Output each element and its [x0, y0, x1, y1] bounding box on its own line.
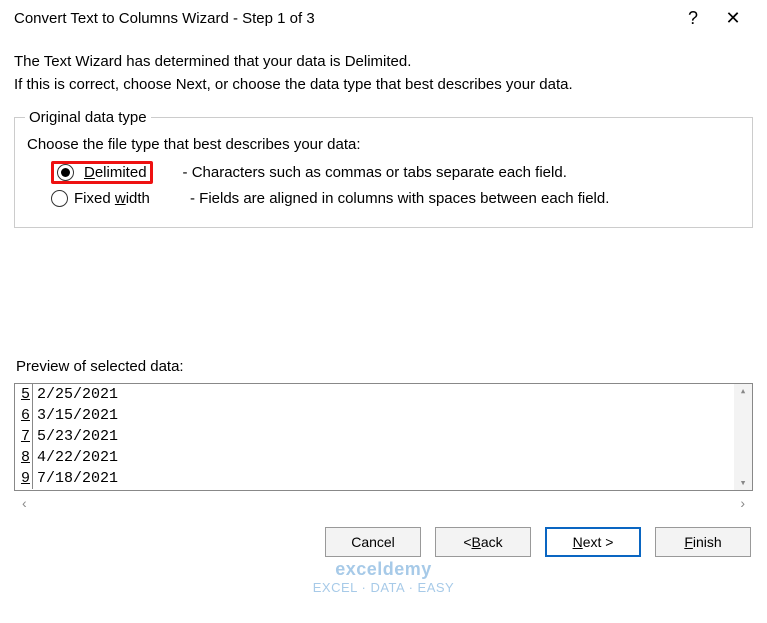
help-icon[interactable]: ? [673, 8, 713, 29]
radio-delimited-label: Delimited [84, 164, 147, 181]
radio-icon [57, 164, 74, 181]
cancel-button[interactable]: Cancel [325, 527, 421, 557]
preview-box: 5 2/25/2021 6 3/15/2021 7 5/23/2021 8 4/… [14, 383, 753, 491]
dialog-content: The Text Wizard has determined that your… [0, 33, 767, 509]
horizontal-scrollbar[interactable]: ‹ › [14, 491, 753, 509]
preview-row: 8 4/22/2021 [15, 447, 734, 468]
preview-row: 9 7/18/2021 [15, 468, 734, 489]
group-legend: Original data type [25, 109, 151, 126]
preview-inner: 5 2/25/2021 6 3/15/2021 7 5/23/2021 8 4/… [15, 384, 734, 490]
window-title: Convert Text to Columns Wizard - Step 1 … [14, 10, 673, 27]
intro-text-1: The Text Wizard has determined that your… [14, 53, 753, 70]
vertical-scrollbar[interactable]: ▴ ▾ [734, 384, 752, 490]
preview-row: 5 2/25/2021 [15, 384, 734, 405]
finish-button[interactable]: Finish [655, 527, 751, 557]
title-bar: Convert Text to Columns Wizard - Step 1 … [0, 0, 767, 33]
back-button[interactable]: < Back [435, 527, 531, 557]
scroll-up-icon: ▴ [740, 384, 747, 398]
scroll-left-icon: ‹ [22, 495, 27, 511]
intro-text-2: If this is correct, choose Next, or choo… [14, 76, 753, 93]
scroll-down-icon: ▾ [740, 476, 747, 490]
delimited-highlight: Delimited [51, 161, 153, 184]
button-row: Cancel < Back Next > Finish [0, 509, 767, 567]
radio-fixed-width-desc: - Fields are aligned in columns with spa… [190, 190, 609, 207]
preview-row: 6 3/15/2021 [15, 405, 734, 426]
radio-dot-icon [61, 168, 70, 177]
radio-delimited[interactable]: Delimited - Characters such as commas or… [51, 161, 742, 184]
next-button[interactable]: Next > [545, 527, 641, 557]
radio-delimited-desc: - Characters such as commas or tabs sepa… [183, 164, 567, 181]
preview-row: 7 5/23/2021 [15, 426, 734, 447]
radio-icon [51, 190, 68, 207]
preview-label: Preview of selected data: [16, 358, 753, 375]
scroll-right-icon: › [740, 495, 745, 511]
original-data-type-group: Original data type Choose the file type … [14, 109, 753, 228]
choose-label: Choose the file type that best describes… [27, 136, 742, 153]
radio-fixed-width-label: Fixed width [74, 190, 184, 207]
close-icon[interactable]: ✕ [713, 8, 753, 29]
radio-fixed-width[interactable]: Fixed width - Fields are aligned in colu… [51, 190, 742, 207]
